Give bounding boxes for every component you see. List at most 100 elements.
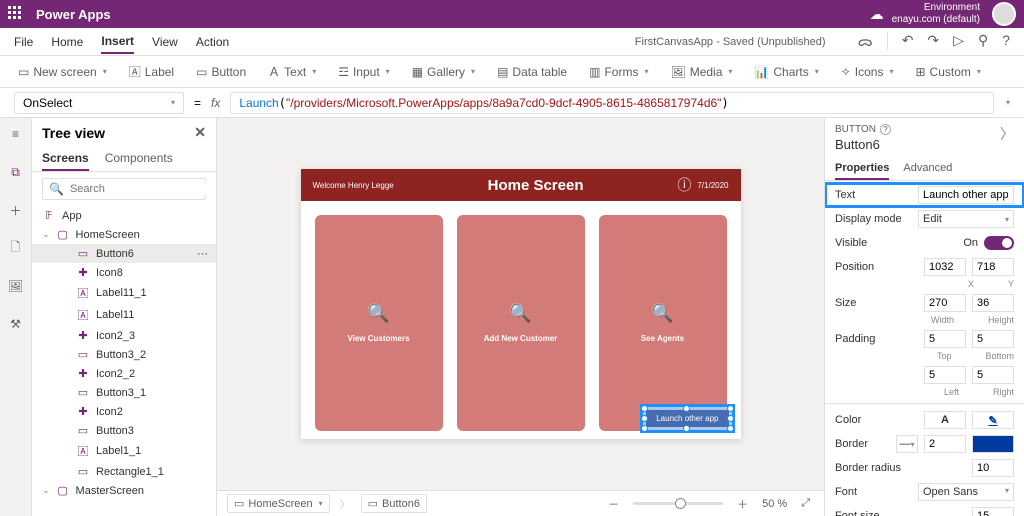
selected-control[interactable]: Launch other app <box>640 404 734 433</box>
tree-item-label11[interactable]: 🄰Label11 <box>32 304 216 326</box>
app-canvas[interactable]: Welcome Henry Legge Home Screen ⓘ 7/1/20… <box>301 169 741 439</box>
font-select[interactable]: Open Sans▾ <box>918 483 1014 501</box>
position-x-input[interactable] <box>924 258 966 276</box>
font-color-swatch[interactable]: A <box>924 411 966 429</box>
tree-item-icon2[interactable]: ✚Icon2 <box>32 402 216 421</box>
ribbon-data-table[interactable]: ▤Data table <box>493 63 571 81</box>
expand-chevron-icon[interactable]: 〉 <box>1000 124 1014 144</box>
zoom-out-icon[interactable]: － <box>604 496 623 512</box>
display-mode-select[interactable]: Edit▾ <box>918 210 1014 228</box>
app-checker-icon[interactable]: ᯅ <box>858 32 873 51</box>
magnifier-icon: 🔍 <box>651 303 673 324</box>
share-icon[interactable]: ⚲ <box>978 32 988 51</box>
tree-masterscreen[interactable]: ⌄▢MasterScreen <box>32 481 216 500</box>
user-avatar[interactable] <box>992 2 1016 26</box>
environment-picker[interactable]: ☁ Environment enayu.com (default) <box>870 2 980 26</box>
tree-item-button3-1[interactable]: ▭Button3_1 <box>32 383 216 402</box>
tree-item-icon8[interactable]: ✚Icon8 <box>32 263 216 282</box>
screen-icon: ▢ <box>56 228 70 241</box>
menu-action[interactable]: Action <box>196 31 229 53</box>
tab-components[interactable]: Components <box>105 147 173 171</box>
rail-media-icon[interactable]: 🖼 <box>6 276 26 296</box>
more-icon[interactable]: ⋯ <box>197 247 210 260</box>
ribbon-charts[interactable]: 📊Charts▾ <box>750 63 822 81</box>
padding-right-input[interactable] <box>972 366 1014 384</box>
tab-screens[interactable]: Screens <box>42 147 89 171</box>
card-view-customers[interactable]: 🔍View Customers <box>315 215 443 431</box>
panel-close-icon[interactable]: ✕ <box>194 124 206 141</box>
zoom-slider[interactable] <box>633 502 723 505</box>
ribbon-custom[interactable]: ⊞Custom▾ <box>911 63 984 81</box>
border-color-swatch[interactable] <box>972 435 1014 453</box>
tree-item-button6[interactable]: ▭Button6⋯ <box>32 244 216 263</box>
menu-home[interactable]: Home <box>51 31 83 53</box>
property-selector[interactable]: OnSelect▾ <box>14 92 184 114</box>
rail-insert-icon[interactable]: ＋ <box>6 200 26 220</box>
undo-icon[interactable]: ↶ <box>902 32 914 51</box>
padding-top-input[interactable] <box>924 330 966 348</box>
app-launcher-icon[interactable] <box>8 6 24 22</box>
menu-insert[interactable]: Insert <box>101 30 134 54</box>
fill-color-swatch[interactable]: ✎ <box>972 411 1014 429</box>
properties-panel: 〉 BUTTON? Button6 Properties Advanced Te… <box>824 118 1024 516</box>
tree-item-rectangle1-1[interactable]: ▭Rectangle1_1 <box>32 462 216 481</box>
rail-hamburger-icon[interactable]: ≡ <box>6 124 26 144</box>
ribbon-icons[interactable]: ✧Icons▾ <box>837 63 898 81</box>
card-see-agents[interactable]: 🔍See Agents <box>599 215 727 431</box>
ribbon-label[interactable]: 🄰Label <box>125 61 178 82</box>
formula-input[interactable]: Launch("/providers/Microsoft.PowerApps/a… <box>230 92 994 114</box>
fx-icon[interactable]: fx <box>211 96 220 110</box>
info-icon[interactable]: ⓘ <box>677 175 691 195</box>
ribbon-new-screen[interactable]: ▭New screen▾ <box>14 63 111 81</box>
ribbon-media[interactable]: 🖼Media▾ <box>666 63 736 81</box>
preview-icon[interactable]: ▷ <box>953 32 964 51</box>
redo-icon[interactable]: ↷ <box>927 32 939 51</box>
font-size-input[interactable] <box>972 507 1014 516</box>
tree-item-label11-1[interactable]: 🄰Label11_1 <box>32 282 216 304</box>
ribbon-input[interactable]: ☲Input▾ <box>334 63 393 81</box>
search-input[interactable] <box>70 183 212 195</box>
height-input[interactable] <box>972 294 1014 312</box>
tree-item-icon2-2[interactable]: ✚Icon2_2 <box>32 364 216 383</box>
formula-expand-icon[interactable]: ▾ <box>1006 98 1010 107</box>
prop-size: Size <box>825 291 1024 315</box>
help-badge-icon[interactable]: ? <box>880 124 891 135</box>
rail-data-icon[interactable]: 🗋 <box>6 238 26 258</box>
tree-app[interactable]: 𝔽App <box>32 206 216 225</box>
border-radius-input[interactable] <box>972 459 1014 477</box>
zoom-in-icon[interactable]: ＋ <box>733 496 752 512</box>
ribbon-forms[interactable]: ▥Forms▾ <box>585 63 652 81</box>
menu-view[interactable]: View <box>152 31 178 53</box>
crumb-screen[interactable]: ▭HomeScreen▾ <box>227 494 330 513</box>
tree-item-icon2-3[interactable]: ✚Icon2_3 <box>32 326 216 345</box>
fit-to-window-icon[interactable]: ⤢ <box>797 497 814 510</box>
ribbon-button[interactable]: ▭Button <box>192 63 250 81</box>
border-thickness-input[interactable] <box>924 435 966 453</box>
tab-properties[interactable]: Properties <box>835 158 889 180</box>
tree-item-button3-2[interactable]: ▭Button3_2 <box>32 345 216 364</box>
ribbon-gallery[interactable]: ▦Gallery▾ <box>408 63 479 81</box>
prop-font-size: Font size <box>825 504 1024 516</box>
padding-left-input[interactable] <box>924 366 966 384</box>
menu-file[interactable]: File <box>14 31 33 53</box>
padding-bottom-input[interactable] <box>972 330 1014 348</box>
launch-other-app-button[interactable]: Launch other app <box>646 410 728 427</box>
width-input[interactable] <box>924 294 966 312</box>
tree-item-label1-1[interactable]: 🄰Label1_1 <box>32 440 216 462</box>
control-kind: BUTTON <box>835 124 876 135</box>
gallery-icon: ▦ <box>412 65 423 79</box>
position-y-input[interactable] <box>972 258 1014 276</box>
tree-search[interactable]: 🔍 <box>42 178 206 200</box>
tree-homescreen[interactable]: ⌄▢HomeScreen <box>32 225 216 244</box>
border-style-select[interactable]: —▾ <box>896 435 918 453</box>
help-icon[interactable]: ? <box>1002 32 1010 51</box>
card-add-customer[interactable]: 🔍Add New Customer <box>457 215 585 431</box>
ribbon-text[interactable]: ＡText▾ <box>264 61 320 82</box>
tree-item-button3[interactable]: ▭Button3 <box>32 421 216 440</box>
tab-advanced[interactable]: Advanced <box>903 158 952 180</box>
text-input[interactable] <box>918 186 1014 204</box>
crumb-control[interactable]: ▭Button6 <box>361 494 427 513</box>
rail-advanced-icon[interactable]: ⚒ <box>6 314 26 334</box>
visible-toggle[interactable] <box>984 236 1014 250</box>
rail-tree-view-icon[interactable]: ⧉ <box>6 162 26 182</box>
